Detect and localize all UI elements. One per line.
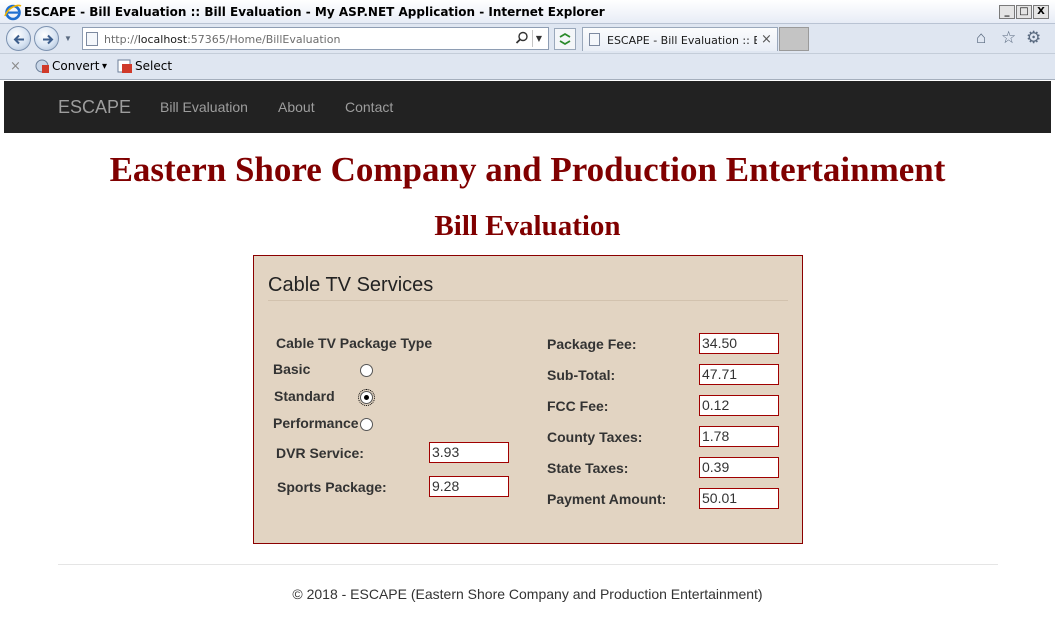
internet-explorer-icon <box>4 4 22 21</box>
basic-label: Basic <box>273 361 311 377</box>
new-tab-button[interactable] <box>779 27 809 51</box>
favorites-star-icon[interactable]: ☆ <box>1001 28 1016 48</box>
browser-tab[interactable]: ESCAPE - Bill Evaluation :: Bill... × <box>582 27 778 51</box>
performance-label: Performance <box>273 415 359 431</box>
package-fee-label: Package Fee: <box>547 336 637 352</box>
site-navbar: ESCAPE Bill Evaluation About Contact <box>4 81 1051 133</box>
company-heading: Eastern Shore Company and Production Ent… <box>109 150 946 189</box>
page-title: Bill Evaluation <box>434 210 621 242</box>
address-bar-row: ▼ http://localhost:57365/Home/BillEvalua… <box>0 24 1055 54</box>
select-icon <box>117 59 132 73</box>
payment-amount-label: Payment Amount: <box>547 491 667 507</box>
footer-divider <box>58 564 998 565</box>
refresh-button[interactable] <box>554 28 576 50</box>
nav-about[interactable]: About <box>278 99 315 115</box>
url-path: :57365/Home/BillEvaluation <box>187 33 341 46</box>
package-fee-input[interactable]: 34.50 <box>699 333 779 354</box>
performance-radio[interactable] <box>360 418 373 431</box>
panel-title: Cable TV Services <box>268 274 434 296</box>
standard-label: Standard <box>274 388 335 404</box>
package-type-label: Cable TV Package Type <box>276 335 433 351</box>
county-taxes-label: County Taxes: <box>547 429 643 445</box>
minimize-button[interactable]: _ <box>999 5 1015 19</box>
convert-button[interactable]: Convert <box>52 59 99 73</box>
url-host: localhost <box>137 33 188 46</box>
cable-tv-services-panel: Cable TV Services Cable TV Package Type … <box>253 255 803 544</box>
convert-pdf-icon <box>35 59 49 73</box>
brand-link[interactable]: ESCAPE <box>58 97 131 118</box>
dvr-service-label: DVR Service: <box>276 445 364 461</box>
nav-contact[interactable]: Contact <box>345 99 393 115</box>
home-icon[interactable]: ⌂ <box>976 28 986 48</box>
arrow-left-icon <box>13 34 24 45</box>
back-button[interactable] <box>6 26 31 51</box>
footer-text: © 2018 - ESCAPE (Eastern Shore Company a… <box>292 586 763 602</box>
select-button[interactable]: Select <box>135 59 172 73</box>
tab-title: ESCAPE - Bill Evaluation :: Bill... <box>607 34 757 47</box>
gear-icon[interactable]: ⚙ <box>1026 28 1041 48</box>
url-scheme: http:// <box>104 33 138 46</box>
refresh-icon <box>559 32 571 46</box>
page-icon <box>86 32 98 46</box>
convert-dropdown-icon[interactable]: ▾ <box>102 61 107 72</box>
address-dropdown-icon[interactable]: ▼ <box>532 30 545 47</box>
dvr-service-input[interactable]: 3.93 <box>429 442 509 463</box>
sub-total-input[interactable]: 47.71 <box>699 364 779 385</box>
url-text[interactable]: http://localhost:57365/Home/BillEvaluati… <box>104 33 340 46</box>
nav-bill-evaluation[interactable]: Bill Evaluation <box>160 99 248 115</box>
forward-button[interactable] <box>34 26 59 51</box>
panel-divider <box>268 300 788 301</box>
standard-radio[interactable] <box>358 389 375 406</box>
sports-package-label: Sports Package: <box>277 479 387 495</box>
state-taxes-label: State Taxes: <box>547 460 629 476</box>
sports-package-input[interactable]: 9.28 <box>429 476 509 497</box>
close-window-button[interactable]: X <box>1033 5 1049 19</box>
basic-radio[interactable] <box>360 364 373 377</box>
history-dropdown-icon[interactable]: ▼ <box>64 34 72 43</box>
page-icon <box>589 33 600 46</box>
state-taxes-input[interactable]: 0.39 <box>699 457 779 478</box>
address-bar[interactable]: http://localhost:57365/Home/BillEvaluati… <box>82 27 549 50</box>
fcc-fee-input[interactable]: 0.12 <box>699 395 779 416</box>
command-bar: × Convert ▾ Select <box>0 54 1055 80</box>
county-taxes-input[interactable]: 1.78 <box>699 426 779 447</box>
window-titlebar: ESCAPE - Bill Evaluation :: Bill Evaluat… <box>0 0 1055 24</box>
close-toolbar-icon[interactable]: × <box>10 59 21 74</box>
window-title: ESCAPE - Bill Evaluation :: Bill Evaluat… <box>24 5 605 19</box>
tab-close-icon[interactable]: × <box>761 32 772 47</box>
fcc-fee-label: FCC Fee: <box>547 398 609 414</box>
search-icon[interactable] <box>515 31 529 45</box>
payment-amount-input[interactable]: 50.01 <box>699 488 779 509</box>
sub-total-label: Sub-Total: <box>547 367 616 383</box>
arrow-right-icon <box>43 34 54 45</box>
maximize-button[interactable]: □ <box>1016 5 1032 19</box>
